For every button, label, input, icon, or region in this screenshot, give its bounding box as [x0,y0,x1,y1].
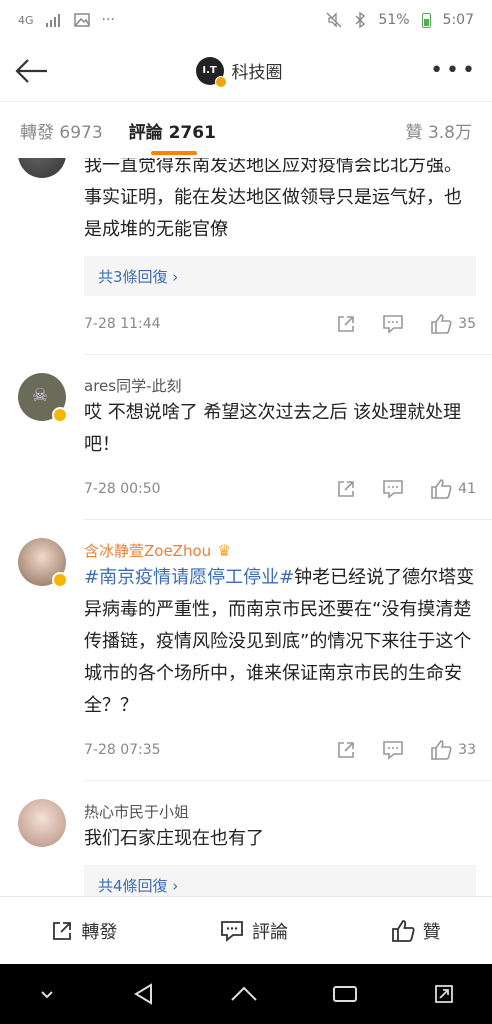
share-icon[interactable] [336,740,356,760]
tab-repost[interactable]: 轉發 6973 [20,118,103,143]
back-icon[interactable] [132,982,156,1006]
divider [84,354,492,355]
comment-button[interactable]: 評論 [220,918,288,944]
comment-date: 7-28 07:35 [84,742,161,758]
comment-item: 我一直觉得东南发达地区应对疫情会比北方强。事实证明，能在发达地区做领导只是运气好… [0,158,492,336]
like-button[interactable]: 41 [430,478,476,500]
comment-meta: 7-28 07:35 33 [84,738,476,762]
comment-text: 哎 不想说啥了 希望这次过去之后 该处理就处理吧！ [84,402,462,455]
comment-body: 钟老已经说了德尔塔变异病毒的严重性，而南京市民还要在“没有摸清楚传播链，疫情风险… [84,567,475,716]
bottom-action-bar: 轉發 評論 贊 [0,896,492,964]
more-notifications-icon: ··· [101,12,115,28]
comment-icon[interactable] [382,740,404,760]
comment-text: 我们石家庄现在也有了 [84,828,264,849]
like-count: 33 [458,742,476,758]
commenter-name-row: 含冰静萱ZoeZhou ♛ [84,538,476,562]
verified-badge-icon [214,75,227,88]
recents-icon[interactable] [332,984,358,1004]
clock: 5:07 [442,12,474,28]
gallery-icon [73,13,90,27]
account-header[interactable]: I.T 科技圈 [195,56,283,88]
home-icon[interactable] [230,984,258,1004]
view-replies-link[interactable]: 共4條回復 › [84,865,476,896]
comment-date: 7-28 00:50 [84,481,161,497]
comment-item: 热心市民于小姐 我们石家庄现在也有了 共4條回復 › [0,799,492,896]
comment-meta: 7-28 00:50 41 [84,477,476,501]
avatar[interactable] [18,799,66,847]
like-label: 贊 [422,921,441,943]
signal-icon [45,14,60,27]
like-count: 35 [458,316,476,332]
like-button[interactable]: 33 [430,739,476,761]
like-button[interactable]: 35 [430,313,476,335]
comment-list: 我一直觉得东南发达地区应对疫情会比北方强。事实证明，能在发达地区做领导只是运气好… [0,158,492,896]
comment-icon [221,920,243,942]
account-logo: I.T [195,56,227,88]
comment-text: 我一直觉得东南发达地区应对疫情会比北方强。事实证明，能在发达地区做领导只是运气好… [84,158,462,240]
stats-tabs: 轉發 6973 評論 2761 贊 3.8万 [0,102,492,158]
back-arrow-icon[interactable] [14,58,48,84]
comment-item: 含冰静萱ZoeZhou ♛ #南京疫情请愿停工停业#钟老已经说了德尔塔变异病毒的… [0,538,492,762]
top-navbar: I.T 科技圈 ••• [0,40,492,102]
signal-type: 4G [18,13,34,27]
tab-comments[interactable]: 評論 2761 [129,118,216,155]
avatar[interactable]: ☠ [18,373,68,423]
share-icon[interactable] [336,479,356,499]
share-icon [53,921,72,940]
hashtag-link[interactable]: #南京疫情请愿停工停业# [84,567,294,588]
more-options-icon[interactable]: ••• [430,58,478,83]
thumbs-up-icon [431,740,452,760]
like-count: 41 [458,481,476,497]
bluetooth-icon [355,12,366,28]
chevron-down-icon[interactable] [37,984,57,1004]
system-nav-bar [0,964,492,1024]
member-crown-icon: ♛ [217,540,232,560]
avatar[interactable] [18,158,66,178]
status-bar: 4G ··· 51% 5:07 [0,0,492,40]
thumbs-up-icon [391,919,415,942]
skull-icon: ☠ [32,385,49,406]
comment-label: 評論 [251,921,288,943]
comment-item: ☠ ares同学-此刻 哎 不想说啥了 希望这次过去之后 该处理就处理吧！ 7-… [0,373,492,501]
share-icon[interactable] [336,314,356,334]
like-button[interactable]: 贊 [391,918,441,944]
battery-percent: 51% [378,12,410,28]
comment-icon[interactable] [382,479,404,499]
comment-date: 7-28 11:44 [84,316,161,332]
repost-label: 轉發 [81,921,118,943]
comment-text: #南京疫情请愿停工停业#钟老已经说了德尔塔变异病毒的严重性，而南京市民还要在“没… [84,562,476,722]
mute-icon [326,12,342,28]
thumbs-up-icon [431,479,452,499]
repost-button[interactable]: 轉發 [51,918,117,944]
comment-meta: 7-28 11:44 35 [84,312,476,336]
tab-likes[interactable]: 贊 3.8万 [406,118,472,143]
commenter-name[interactable]: ares同学-此刻 [84,373,476,397]
verified-badge-icon [52,572,68,588]
expand-icon[interactable] [433,983,455,1005]
divider [84,519,492,520]
verified-badge-icon [52,407,68,423]
comment-icon[interactable] [382,314,404,334]
commenter-name[interactable]: 含冰静萱ZoeZhou [84,540,211,561]
commenter-name[interactable]: 热心市民于小姐 [84,799,476,823]
divider [84,780,492,781]
view-replies-link[interactable]: 共3條回復 › [84,256,476,296]
battery-icon [421,12,431,28]
thumbs-up-icon [431,314,452,334]
avatar[interactable] [18,538,68,588]
page-title: 科技圈 [231,63,283,83]
